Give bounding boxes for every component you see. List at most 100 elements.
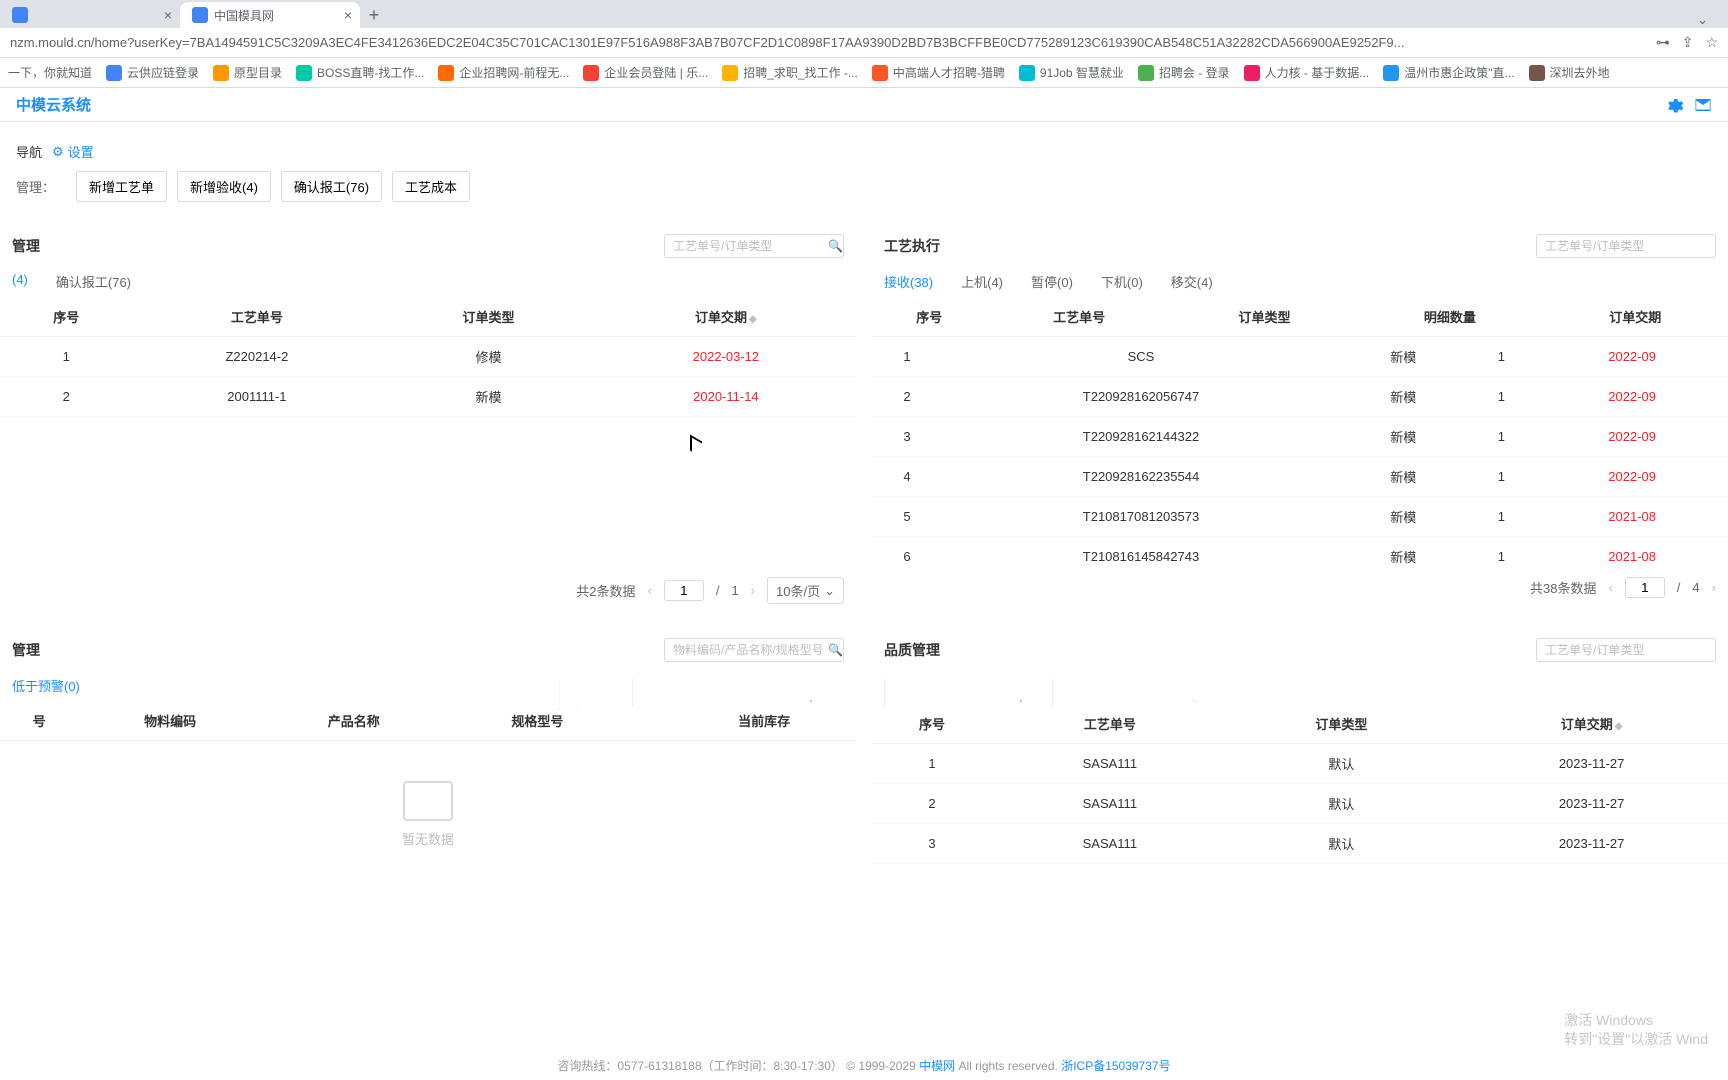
caption-overlay: 打开工艺管理→报工管理→工艺成本 bbox=[528, 660, 1200, 721]
bookmarks-bar: 一下，你就知道 云供应链登录 原型目录 BOSS直聘-找工作... 企业招聘网-… bbox=[0, 58, 1728, 88]
search-icon[interactable]: 🔍 bbox=[828, 643, 843, 657]
key-icon[interactable]: ⊶ bbox=[1656, 34, 1670, 51]
bookmark-item[interactable]: 企业招聘网-前程无... bbox=[438, 64, 569, 81]
url-field[interactable]: nzm.mould.cn/home?userKey=7BA1494591C5C3… bbox=[10, 35, 1656, 50]
exec-table: 序号 工艺单号 订单类型 明细数量 订单交期 bbox=[872, 297, 1728, 337]
search-box[interactable] bbox=[1536, 234, 1716, 258]
bookmark-item[interactable]: 招聘会 - 登录 bbox=[1138, 64, 1230, 81]
col-type: 订单类型 bbox=[1228, 704, 1456, 744]
share-icon[interactable]: ⇪ bbox=[1682, 34, 1694, 51]
bookmark-item[interactable]: 招聘_求职_找工作 -... bbox=[722, 64, 858, 81]
gear-icon[interactable] bbox=[1666, 96, 1684, 114]
prev-page-icon[interactable]: ‹ bbox=[647, 583, 651, 598]
footer: 咨询热线：0577-61318188（工作时间：8:30-17:30） © 19… bbox=[0, 1051, 1728, 1080]
table-row[interactable]: 1Z220214-2修模2022-03-12 bbox=[0, 337, 856, 377]
panel-title: 品质管理 bbox=[884, 640, 940, 660]
pager: 共38条数据 ‹ / 4 › bbox=[872, 567, 1728, 608]
subtab-transfer[interactable]: 移交(4) bbox=[1171, 272, 1213, 291]
app-header: 中模云系统 bbox=[0, 88, 1728, 122]
add-accept-button[interactable]: 新增验收(4) bbox=[177, 171, 271, 202]
search-box[interactable]: 🔍 bbox=[664, 638, 844, 662]
table-row[interactable]: 3SASA111默认2023-11-27 bbox=[872, 824, 1728, 864]
subtab-receive[interactable]: 接收(38) bbox=[884, 272, 933, 291]
col-date[interactable]: 订单交期◆ bbox=[1455, 704, 1728, 744]
panel-title: 管理 bbox=[12, 236, 40, 256]
page-size-select[interactable]: 10条/页 ⌄ bbox=[767, 577, 844, 604]
process-cost-button[interactable]: 工艺成本 bbox=[392, 171, 470, 202]
page-input[interactable] bbox=[1625, 577, 1665, 598]
table-row[interactable]: 2SASA111默认2023-11-27 bbox=[872, 784, 1728, 824]
search-input[interactable] bbox=[673, 239, 828, 253]
add-process-button[interactable]: 新增工艺单 bbox=[76, 171, 167, 202]
confirm-report-button[interactable]: 确认报工(76) bbox=[281, 171, 382, 202]
bookmark-item[interactable]: BOSS直聘-找工作... bbox=[296, 64, 424, 81]
browser-tab-strip: × 中国模具网 × + ⌄ bbox=[0, 0, 1728, 28]
col-date[interactable]: 订单交期◆ bbox=[596, 297, 856, 337]
prev-page-icon[interactable]: ‹ bbox=[1608, 580, 1612, 595]
total-label: 共2条数据 bbox=[576, 581, 635, 600]
close-icon[interactable]: × bbox=[164, 7, 172, 23]
tab-favicon bbox=[12, 7, 28, 23]
search-box[interactable] bbox=[1536, 638, 1716, 662]
subtab-alert[interactable]: 低于预警(0) bbox=[12, 676, 80, 695]
bookmark-item[interactable]: 原型目录 bbox=[213, 64, 282, 81]
table-row[interactable]: 4T220928162235544新模12022-09 bbox=[872, 457, 1728, 497]
next-page-icon[interactable]: › bbox=[751, 583, 755, 598]
search-icon[interactable]: 🔍 bbox=[828, 239, 843, 253]
sort-icon: ◆ bbox=[749, 314, 757, 325]
search-input[interactable] bbox=[1545, 643, 1707, 657]
search-input[interactable] bbox=[673, 643, 828, 657]
total-pages: 1 bbox=[731, 583, 738, 598]
footer-icp-link[interactable]: 浙ICP备15039737号 bbox=[1061, 1059, 1170, 1073]
col-qty: 明细数量 bbox=[1357, 297, 1542, 337]
settings-link[interactable]: ⚙ 设置 bbox=[52, 142, 94, 161]
table-row[interactable]: 1SCS新模12022-09 bbox=[872, 337, 1728, 377]
mgmt-label: 管理： bbox=[16, 177, 66, 196]
nav-label: 导航 bbox=[16, 142, 42, 161]
new-tab-button[interactable]: + bbox=[360, 2, 388, 28]
bookmark-item[interactable]: 企业会员登陆 | 乐... bbox=[583, 64, 708, 81]
table-row[interactable]: 1SASA111默认2023-11-27 bbox=[872, 744, 1728, 784]
browser-tab-1[interactable]: 中国模具网 × bbox=[180, 2, 360, 28]
bookmark-item[interactable]: 人力核 - 基于数据... bbox=[1244, 64, 1370, 81]
empty-state: 暂无数据 bbox=[0, 741, 856, 888]
bookmark-item[interactable]: 中高端人才招聘-猎聘 bbox=[872, 64, 1005, 81]
quick-nav: 导航 ⚙ 设置 管理： 新增工艺单 新增验收(4) 确认报工(76) 工艺成本 bbox=[0, 122, 1728, 202]
bookmark-item[interactable]: 91Job 智慧就业 bbox=[1019, 64, 1124, 81]
col-type: 订单类型 bbox=[381, 297, 596, 337]
table-row[interactable]: 5T210817081203573新模12021-08 bbox=[872, 497, 1728, 537]
table-row[interactable]: 22001111-1新模2020-11-14 bbox=[0, 377, 856, 417]
subtab-on[interactable]: 上机(4) bbox=[961, 272, 1003, 291]
total-label: 共38条数据 bbox=[1530, 578, 1596, 597]
search-box[interactable]: 🔍 bbox=[664, 234, 844, 258]
tabs-dropdown-icon[interactable]: ⌄ bbox=[1697, 12, 1708, 28]
tab-favicon bbox=[192, 7, 208, 23]
bookmark-item[interactable]: 一下，你就知道 bbox=[8, 64, 92, 81]
app-title: 中模云系统 bbox=[16, 94, 91, 115]
sort-icon: ◆ bbox=[1615, 721, 1623, 732]
subtab-pause[interactable]: 暂停(0) bbox=[1031, 272, 1073, 291]
subtab-0[interactable]: (4) bbox=[12, 272, 28, 291]
footer-site-link[interactable]: 中模网 bbox=[919, 1059, 955, 1073]
subtab-off[interactable]: 下机(0) bbox=[1101, 272, 1143, 291]
bookmark-item[interactable]: 深圳去外地 bbox=[1529, 64, 1610, 81]
empty-icon bbox=[403, 781, 453, 821]
close-icon[interactable]: × bbox=[344, 7, 352, 23]
chevron-down-icon: ⌄ bbox=[824, 583, 835, 599]
subtab-1[interactable]: 确认报工(76) bbox=[56, 272, 131, 291]
page-input[interactable] bbox=[664, 580, 704, 601]
next-page-icon[interactable]: › bbox=[1712, 580, 1716, 595]
star-icon[interactable]: ☆ bbox=[1705, 34, 1718, 51]
table-row[interactable]: 2T220928162056747新模12022-09 bbox=[872, 377, 1728, 417]
bookmark-item[interactable]: 温州市惠企政策"直... bbox=[1383, 64, 1514, 81]
table-row[interactable]: 3T220928162144322新模12022-09 bbox=[872, 417, 1728, 457]
col-seq: 序号 bbox=[872, 297, 987, 337]
panel-title: 管理 bbox=[12, 640, 40, 660]
mail-icon[interactable] bbox=[1694, 96, 1712, 114]
browser-tab-0[interactable]: × bbox=[0, 2, 180, 28]
table-row[interactable]: 6T210816145842743新模12021-08 bbox=[872, 537, 1728, 568]
col-type: 订单类型 bbox=[1172, 297, 1357, 337]
search-input[interactable] bbox=[1545, 239, 1707, 253]
total-pages: 4 bbox=[1692, 580, 1699, 595]
bookmark-item[interactable]: 云供应链登录 bbox=[106, 64, 199, 81]
